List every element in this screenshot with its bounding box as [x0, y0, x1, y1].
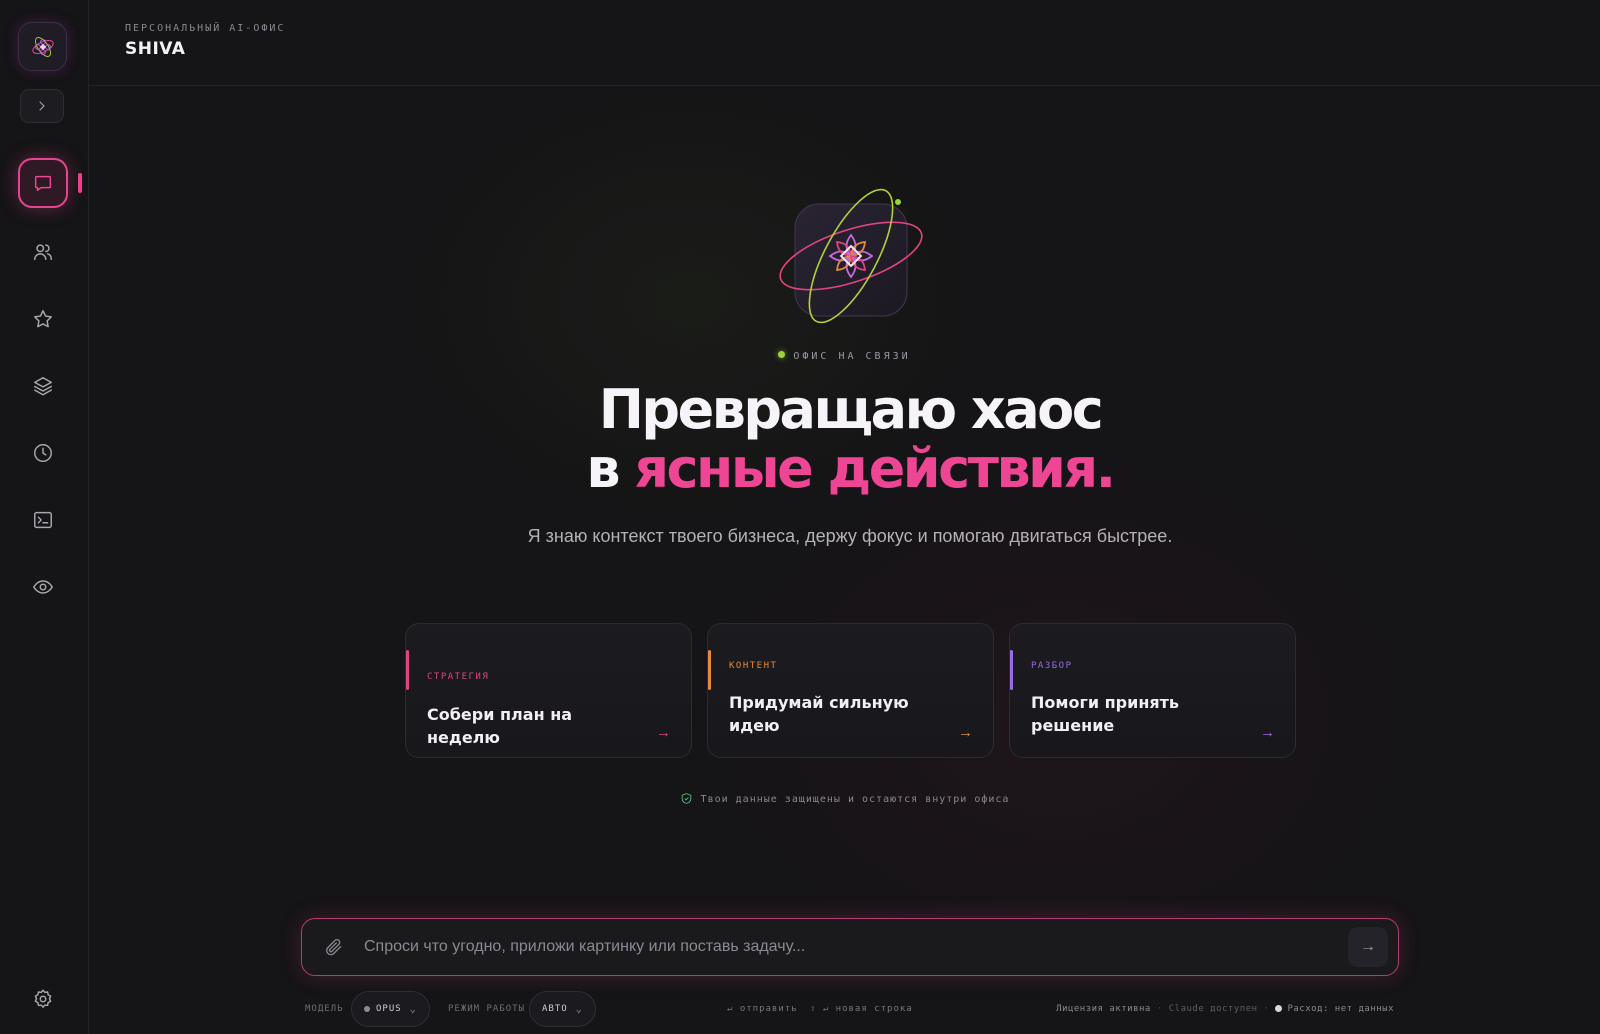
shield-check-icon	[681, 793, 691, 804]
hint-send: ↵ отправить	[727, 1004, 798, 1014]
mode-value: АВТО	[542, 1004, 568, 1014]
settings-button[interactable]	[18, 974, 68, 1024]
hint-newline: ⇧ ↵ новая строка	[810, 1004, 913, 1014]
hero-headline: Превращаю хаос в ясные действия.	[460, 380, 1240, 498]
card-title: Придумай сильную идею	[729, 693, 909, 735]
arrow-right-icon: →	[1260, 724, 1275, 741]
card-title: Помоги принять решение	[1031, 693, 1180, 735]
suggestion-card-content[interactable]: КОНТЕНТ Придумай сильную идею →	[707, 623, 994, 758]
chat-composer: →	[301, 918, 1399, 976]
office-status: ОФИС НА СВЯЗИ	[0, 351, 1600, 362]
suggestion-card-analysis[interactable]: РАЗБОР Помоги принять решение →	[1009, 623, 1296, 758]
mode-label: РЕЖИМ РАБОТЫ	[448, 1004, 526, 1014]
license-status: Лицензия активна	[1056, 1004, 1151, 1014]
card-accent-bar	[708, 650, 711, 690]
app-window: ПЕРСОНАЛЬНЫЙ AI-ОФИС SHIVA ОФИС НА СВЯЗИ…	[0, 0, 1600, 1034]
headline-line-1: Превращаю хаос	[598, 378, 1104, 441]
card-tag: РАЗБОР	[1031, 661, 1073, 671]
star-icon	[34, 310, 52, 328]
gear-icon	[34, 989, 52, 1008]
arrow-right-icon: →	[656, 724, 671, 741]
top-header: ПЕРСОНАЛЬНЫЙ AI-ОФИС SHIVA	[89, 0, 1600, 86]
sidebar	[0, 0, 89, 1034]
chevron-down-icon: ⌄	[409, 1003, 417, 1015]
hero-subline: Я знаю контекст твоего бизнеса, держу фо…	[527, 526, 1173, 546]
chevron-right-icon	[39, 101, 45, 111]
sidebar-item-history[interactable]	[18, 428, 68, 478]
suggestion-card-strategy[interactable]: СТРАТЕГИЯ Собери план на неделю →	[405, 623, 692, 758]
mode-selector[interactable]: АВТО ⌄	[529, 991, 596, 1027]
shiva-emblem-icon	[770, 188, 930, 334]
status-line: Лицензия активна · Claude доступен · Расход:…	[1056, 1004, 1394, 1014]
terminal-icon	[34, 511, 52, 529]
card-accent-bar	[1010, 650, 1013, 690]
expand-sidebar-button[interactable]	[20, 89, 64, 123]
usage-status: Расход: нет данных	[1287, 1004, 1394, 1014]
claude-status: Claude доступен	[1168, 1004, 1258, 1014]
sidebar-item-monitor[interactable]	[18, 562, 68, 612]
arrow-right-icon: →	[1360, 938, 1376, 955]
sidebar-item-terminal[interactable]	[18, 495, 68, 545]
sidebar-item-chat[interactable]	[18, 158, 68, 208]
sidebar-item-favorites[interactable]	[18, 294, 68, 344]
send-button[interactable]: →	[1348, 927, 1388, 967]
clock-icon	[34, 444, 52, 462]
message-input[interactable]	[364, 919, 1324, 975]
paperclip-icon	[326, 938, 342, 956]
privacy-text: Твои данные защищены и остаются внутри о…	[700, 794, 1010, 805]
card-tag: КОНТЕНТ	[729, 661, 778, 671]
chat-icon	[34, 175, 52, 192]
sidebar-item-team[interactable]	[18, 227, 68, 277]
headline-line-2-prefix: в	[586, 437, 635, 500]
app-eyebrow: ПЕРСОНАЛЬНЫЙ AI-ОФИС	[125, 23, 286, 34]
model-label: МОДЕЛЬ	[305, 1004, 344, 1014]
sidebar-item-layers[interactable]	[18, 361, 68, 411]
attach-button[interactable]	[324, 937, 344, 962]
model-value: OPUS	[376, 1004, 402, 1014]
card-title: Собери план на неделю	[427, 705, 573, 747]
model-selector[interactable]: OPUS ⌄	[351, 991, 430, 1027]
arrow-right-icon: →	[958, 724, 973, 741]
app-title: SHIVA	[125, 39, 186, 59]
privacy-note: Твои данные защищены и остаются внутри о…	[0, 792, 1600, 805]
online-dot-icon	[778, 351, 786, 358]
card-tag: СТРАТЕГИЯ	[427, 672, 490, 682]
chevron-down-icon: ⌄	[575, 1003, 583, 1015]
office-status-label: ОФИС НА СВЯЗИ	[793, 351, 911, 362]
layers-icon	[34, 377, 52, 396]
logo-icon[interactable]	[18, 22, 67, 71]
model-dot-icon	[364, 1006, 370, 1012]
headline-accent: ясные действия.	[634, 437, 1116, 500]
card-accent-bar	[406, 650, 409, 690]
users-icon	[34, 244, 52, 261]
eye-icon	[33, 580, 53, 594]
active-indicator	[78, 173, 82, 193]
usage-dot-icon	[1275, 1005, 1283, 1012]
